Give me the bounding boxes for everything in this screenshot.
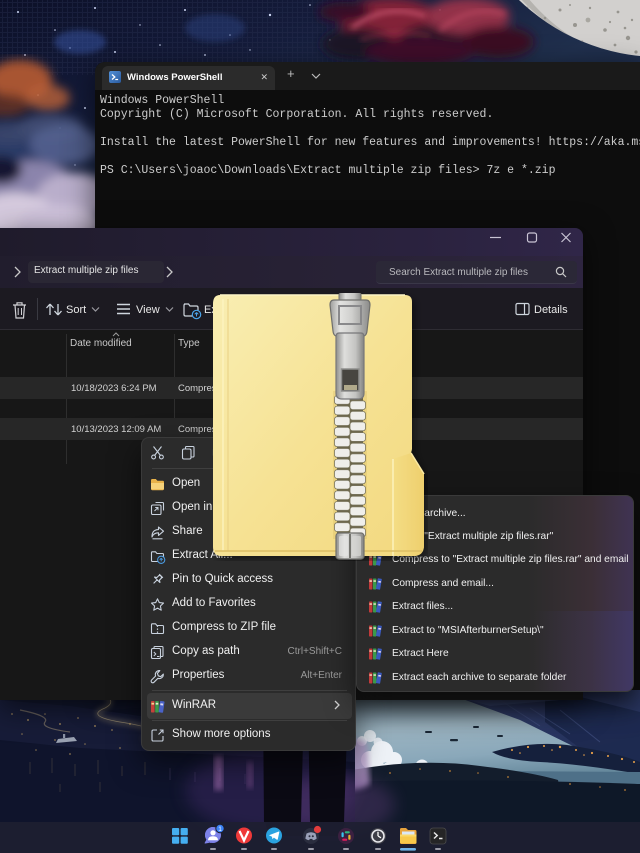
svg-text:1: 1 [218,826,222,833]
svg-text:Details: Details [534,304,568,316]
svg-text:Sort: Sort [66,304,86,316]
svg-text:View: View [136,304,160,316]
